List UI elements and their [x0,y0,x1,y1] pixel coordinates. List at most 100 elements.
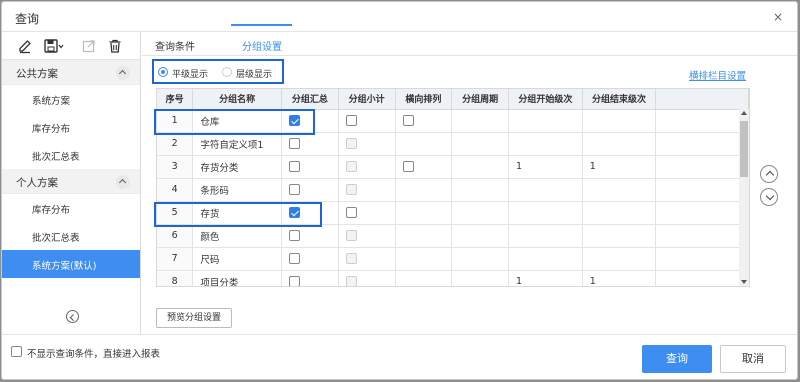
tab-query-conditions[interactable]: 查询条件 [155,38,195,53]
group-name-cell[interactable]: 存货分类 [192,155,282,179]
active-tab-indicator [231,24,292,26]
group-period-cell[interactable] [451,270,510,286]
close-icon[interactable]: × [773,10,783,24]
group-name-cell[interactable]: 字符自定义项1 [192,132,282,156]
scroll-down-arrow-icon[interactable] [741,280,747,284]
table-row[interactable]: 7 尺码 [157,247,749,271]
group-end-level-cell[interactable] [582,109,657,133]
horizontal-arrange-cell [395,201,453,225]
group-subtotal-cell [338,109,396,133]
group-name-cell[interactable]: 项目分类 [192,270,282,286]
tree-display-radio[interactable] [222,67,232,77]
group-period-cell[interactable] [451,178,510,202]
display-mode-group: 平级显示 层级显示 [152,59,284,84]
tab-group-settings[interactable]: 分组设置 [242,38,282,53]
delete-icon[interactable] [107,38,123,54]
group-end-level-cell[interactable]: 1 [582,155,657,179]
group-summary-checkbox[interactable] [288,230,300,241]
scrollbar-thumb[interactable] [740,121,748,177]
preview-group-settings-button[interactable]: 预览分组设置 [156,308,232,328]
scheme-item[interactable]: 批次汇总表 [2,222,140,250]
row-number-cell: 2 [157,132,194,156]
group-end-level-cell[interactable] [582,247,657,271]
group-subtotal-checkbox [345,184,357,195]
scheme-item-active[interactable]: 系统方案(默认) [2,250,140,278]
group-summary-checkbox[interactable] [288,184,300,195]
group-name-cell[interactable]: 仓库 [192,109,282,133]
group-start-level-cell[interactable]: 1 [508,270,583,286]
export-icon[interactable] [81,38,97,54]
group-start-level-cell[interactable] [508,109,583,133]
query-button[interactable]: 查询 [642,345,712,373]
group-end-level-cell[interactable]: 1 [582,270,657,286]
group-name-cell[interactable]: 存货 [192,201,282,225]
grid-scrollbar[interactable] [739,109,749,286]
group-period-cell[interactable] [451,109,510,133]
edit-icon[interactable] [17,38,33,54]
group-summary-checkbox[interactable] [288,161,300,172]
horizontal-arrange-checkbox[interactable] [402,115,414,126]
group-summary-checkbox[interactable] [288,276,300,286]
group-end-level-cell[interactable] [582,201,657,225]
group-name-cell[interactable]: 条形码 [192,178,282,202]
table-row[interactable]: 3 存货分类 1 1 [157,155,749,179]
group-start-level-cell[interactable] [508,201,583,225]
group-end-level-cell[interactable] [582,178,657,202]
group-summary-cell [281,201,339,225]
row-number-cell: 5 [157,201,194,225]
table-row[interactable]: 8 项目分类 1 1 [157,270,749,286]
scheme-item[interactable]: 库存分布 [2,194,140,222]
horizontal-arrange-cell [395,155,453,179]
group-subtotal-checkbox[interactable] [345,115,357,126]
group-start-level-cell[interactable] [508,224,583,248]
collapse-sidebar-icon[interactable] [66,310,79,323]
group-period-cell[interactable] [451,132,510,156]
skip-conditions-label: 不显示查询条件，直接进入报表 [27,349,161,360]
scheme-item[interactable]: 库存分布 [2,113,140,141]
group-period-cell[interactable] [451,201,510,225]
group-name-cell[interactable]: 尺码 [192,247,282,271]
group-subtotal-cell [338,132,396,156]
group-end-level-cell[interactable] [582,132,657,156]
column-settings-link[interactable]: 横排栏目设置 [689,68,746,82]
collapse-up-icon[interactable] [116,175,130,189]
group-summary-checkbox[interactable] [288,207,300,218]
group-name-cell[interactable]: 颜色 [192,224,282,248]
horizontal-arrange-checkbox[interactable] [402,161,414,172]
personal-schemes-header[interactable]: 个人方案 [2,169,140,194]
move-down-icon[interactable] [760,188,778,206]
group-start-level-cell[interactable]: 1 [508,155,583,179]
group-period-cell[interactable] [451,155,510,179]
group-start-level-cell[interactable] [508,247,583,271]
horizontal-arrange-cell [395,224,453,248]
column-header: 分组开始级次 [508,89,583,110]
cancel-button[interactable]: 取消 [720,345,786,373]
scheme-item[interactable]: 批次汇总表 [2,141,140,169]
group-start-level-cell[interactable] [508,132,583,156]
move-up-icon[interactable] [760,165,778,183]
skip-conditions-checkbox[interactable] [11,346,22,357]
group-start-level-cell[interactable] [508,178,583,202]
public-schemes-header[interactable]: 公共方案 [2,60,140,85]
scheme-item[interactable]: 系统方案 [2,85,140,113]
group-summary-cell [281,178,339,202]
save-icon[interactable] [43,38,65,54]
group-end-level-cell[interactable] [582,224,657,248]
group-subtotal-checkbox[interactable] [345,207,357,218]
group-subtotal-cell [338,155,396,179]
group-summary-checkbox[interactable] [288,253,300,264]
collapse-up-icon[interactable] [116,66,130,80]
table-row[interactable]: 5 存货 [157,201,749,225]
group-period-cell[interactable] [451,247,510,271]
table-row[interactable]: 4 条形码 [157,178,749,202]
flat-display-radio[interactable] [158,67,168,77]
dialog-title: 查询 [15,12,40,26]
table-row[interactable]: 6 颜色 [157,224,749,248]
scroll-up-arrow-icon[interactable] [741,111,747,115]
group-summary-checkbox[interactable] [288,115,300,126]
table-row[interactable]: 1 仓库 [157,109,749,133]
table-row[interactable]: 2 字符自定义项1 [157,132,749,156]
title-bar: 查询 × [2,2,797,32]
group-summary-checkbox[interactable] [288,138,300,149]
group-period-cell[interactable] [451,224,510,248]
